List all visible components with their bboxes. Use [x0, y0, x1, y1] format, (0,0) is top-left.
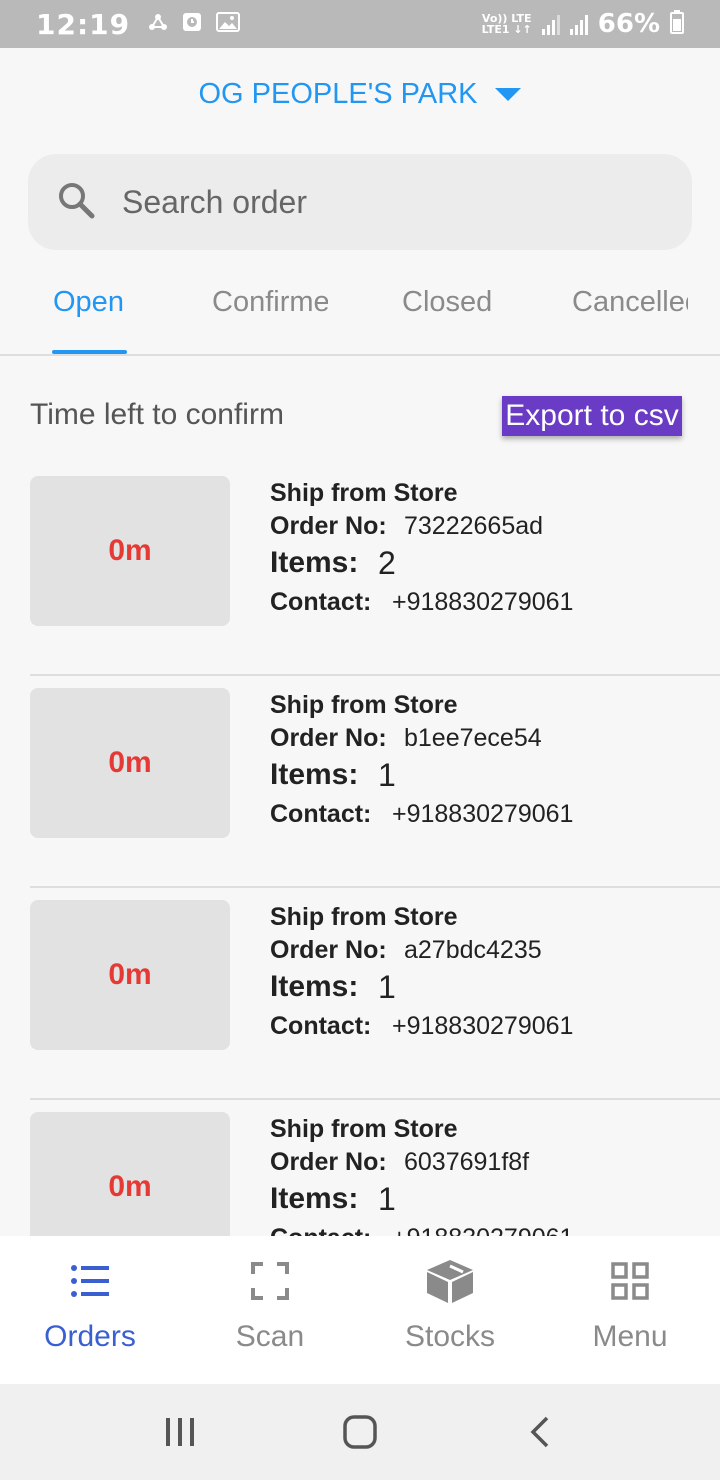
nav-menu[interactable]: Menu [540, 1236, 720, 1384]
system-navigation [0, 1384, 720, 1480]
orders-list: 0m Ship from Store Order No: 73222665ad I… [0, 464, 720, 1236]
contact-value: +918830279061 [392, 587, 574, 616]
nav-stocks[interactable]: Stocks [360, 1236, 540, 1384]
search-bar[interactable] [28, 154, 692, 250]
chevron-down-icon[interactable] [495, 88, 522, 101]
contact-label: Contact: [270, 1224, 392, 1237]
nav-stocks-label: Stocks [404, 1320, 496, 1353]
contact-value: +918830279061 [392, 799, 574, 828]
order-no-label: Order No: [270, 724, 387, 752]
gallery-icon [216, 12, 241, 36]
tab-open[interactable]: Open [53, 286, 124, 319]
recent-apps-icon[interactable] [140, 1402, 220, 1462]
nav-scan[interactable]: Scan [180, 1236, 360, 1384]
items-label: Items: [270, 1182, 359, 1215]
order-no-label: Order No: [270, 936, 387, 964]
order-type: Ship from Store [270, 903, 458, 931]
contact-label: Contact: [270, 799, 372, 828]
tab-cancelled[interactable]: Cancelled [572, 286, 688, 319]
grid-icon [611, 1258, 649, 1304]
order-no-value: a27bdc4235 [404, 936, 542, 964]
contact-label: Contact: [270, 587, 372, 616]
scan-icon [251, 1258, 289, 1304]
list-icon [70, 1258, 110, 1304]
time-left-label: Time left to confirm [30, 398, 284, 431]
status-bar: 12:19 Vo)) LTE LTE1 ↓↑ 66% [0, 0, 720, 48]
time-left-badge: 0m [30, 900, 230, 1050]
order-type: Ship from Store [270, 1115, 458, 1143]
alarm-icon [182, 11, 202, 37]
items-value: 2 [378, 544, 396, 581]
order-no-value: 6037691f8f [404, 1148, 530, 1176]
order-card[interactable]: 0m Ship from Store Order No: 73222665ad I… [30, 464, 720, 676]
order-card[interactable]: 0m Ship from Store Order No: a27bdc4235 I… [30, 888, 720, 1100]
time-left-badge: 0m [30, 476, 230, 626]
order-no-label: Order No: [270, 512, 387, 540]
order-no-label: Order No: [270, 1148, 387, 1176]
network-bottom-label: LTE1 ↓↑ [481, 23, 532, 36]
box-icon [425, 1258, 475, 1304]
status-time: 12:19 [36, 7, 131, 41]
contact-value: +918830279061 [392, 1224, 573, 1237]
contact-value: +918830279061 [392, 1011, 574, 1040]
share-icon [148, 12, 168, 36]
store-selector[interactable]: OG PEOPLE'S PARK [0, 78, 720, 111]
order-no-value: 73222665ad [404, 512, 544, 540]
home-icon[interactable] [320, 1402, 400, 1462]
signal-icon [569, 13, 588, 35]
items-label: Items: [270, 546, 359, 579]
order-type: Ship from Store [270, 691, 458, 719]
items-value: 1 [378, 968, 396, 1005]
items-label: Items: [270, 758, 359, 791]
search-icon [56, 180, 96, 225]
order-card[interactable]: 0m Ship from Store Order No: b1ee7ece54 I… [30, 676, 720, 888]
nav-orders-label: Orders [44, 1320, 136, 1353]
export-csv-button[interactable]: Export to csv [502, 396, 682, 436]
order-tabs: Open Confirmed Closed Cancelled [0, 270, 720, 356]
items-value: 1 [378, 1180, 396, 1217]
order-card[interactable]: 0m Ship from Store Order No: 6037691f8f I… [30, 1100, 720, 1236]
bottom-navigation: Orders Scan Stocks Menu [0, 1236, 720, 1384]
time-left-badge: 0m [30, 1112, 230, 1236]
order-no-value: b1ee7ece54 [404, 724, 542, 752]
contact-label: Contact: [270, 1011, 372, 1040]
time-left-badge: 0m [30, 688, 230, 838]
nav-menu-label: Menu [592, 1320, 668, 1353]
battery-icon [670, 10, 684, 38]
network-indicator: Vo)) LTE LTE1 ↓↑ [482, 13, 532, 35]
nav-orders[interactable]: Orders [0, 1236, 180, 1384]
order-type: Ship from Store [270, 479, 458, 507]
signal-icon [541, 13, 560, 35]
back-icon[interactable] [500, 1402, 580, 1462]
store-name[interactable]: OG PEOPLE'S PARK [199, 78, 478, 111]
battery-percent: 66% [597, 9, 660, 39]
search-input[interactable] [122, 183, 642, 221]
active-tab-indicator [52, 350, 127, 354]
tab-confirmed[interactable]: Confirmed [212, 286, 328, 319]
tab-closed[interactable]: Closed [402, 286, 492, 319]
nav-scan-label: Scan [235, 1320, 305, 1353]
items-label: Items: [270, 970, 359, 1003]
items-value: 1 [378, 756, 396, 793]
